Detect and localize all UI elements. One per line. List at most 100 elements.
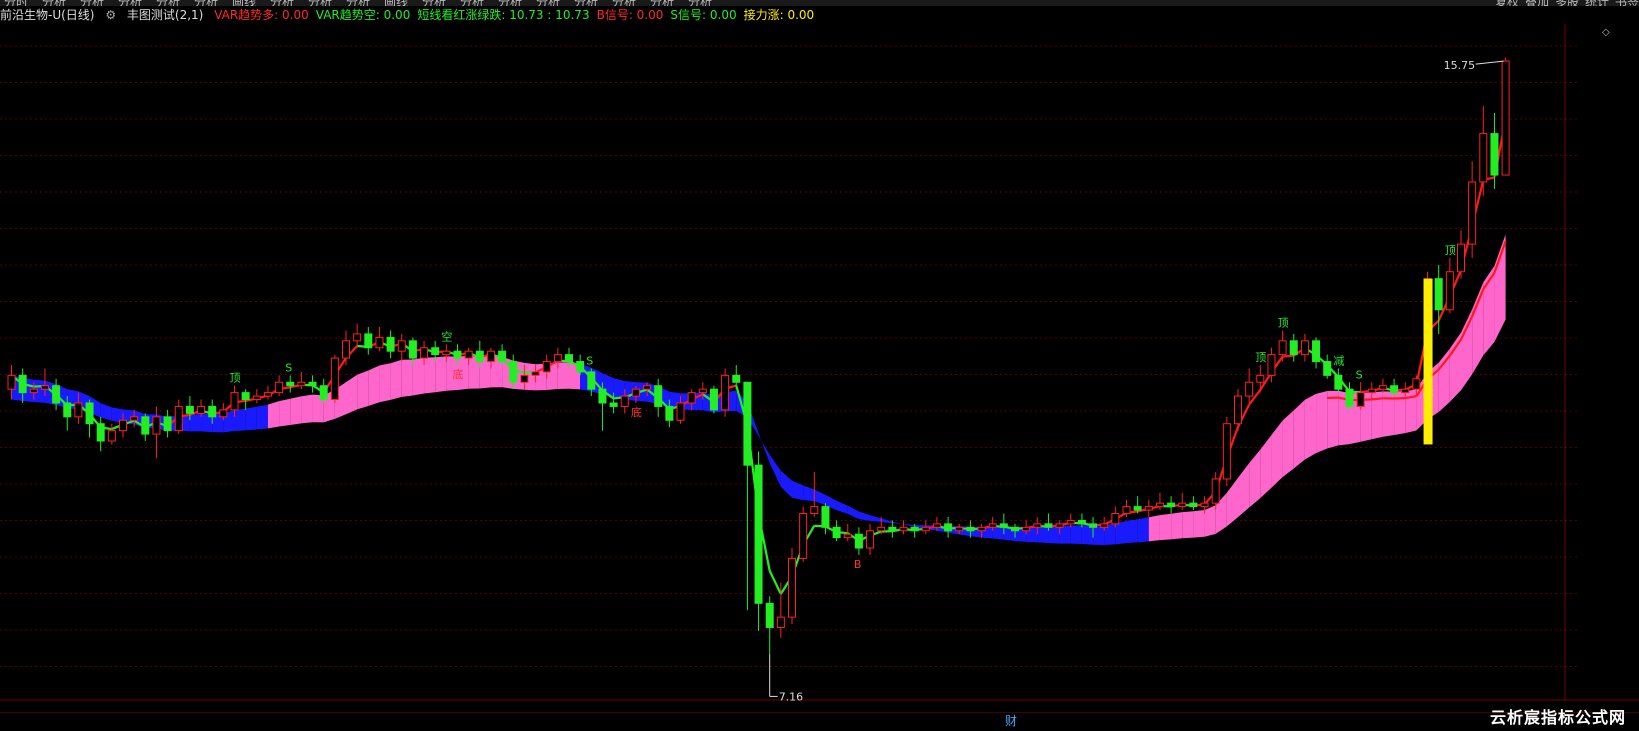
legend-item: S信号: 0.00 <box>670 6 736 24</box>
trend-band-down <box>803 486 814 502</box>
candle-body <box>242 393 249 400</box>
candle-body <box>521 375 528 382</box>
short-trend-line <box>770 571 781 594</box>
candle-body <box>1034 524 1041 527</box>
candle-body <box>287 382 294 385</box>
candle-body <box>220 410 227 417</box>
candle-body <box>376 337 383 347</box>
finance-marker[interactable]: 财 <box>1005 712 1017 729</box>
candle-body <box>1045 524 1052 527</box>
gear-icon[interactable]: ⚙ <box>105 6 116 24</box>
trend-band-down <box>759 433 770 463</box>
trend-band-down <box>1048 526 1059 543</box>
candle-body <box>588 372 595 389</box>
trend-band-up <box>379 363 390 402</box>
trend-band-down <box>1127 519 1138 543</box>
trend-band-down <box>837 501 848 514</box>
signal-label: 涨 <box>1423 384 1434 397</box>
trend-band-up <box>1305 394 1316 460</box>
signal-label: B <box>854 558 862 571</box>
candle-body <box>86 403 93 424</box>
candle-body <box>1000 524 1007 527</box>
candle-body <box>1101 524 1108 527</box>
candle-body <box>677 403 684 420</box>
trend-band-down <box>993 526 1004 539</box>
trend-band-up <box>402 360 413 397</box>
candle-body <box>186 406 193 413</box>
candle-body <box>231 393 238 410</box>
trend-band-up <box>435 356 446 392</box>
trend-band-up <box>1260 435 1271 498</box>
candle-body <box>1357 393 1364 407</box>
legend-item: 短线看红涨绿跌: 10.73 : 10.73 <box>417 6 589 24</box>
diamond-icon[interactable]: ◇ <box>1602 27 1610 38</box>
candle-body <box>209 406 216 416</box>
candle-body <box>1190 503 1197 506</box>
candle-body <box>41 386 48 389</box>
candle-body <box>800 514 807 559</box>
trend-band-down <box>190 414 201 432</box>
candle-body <box>978 527 985 530</box>
trend-band-up <box>1149 515 1160 541</box>
candle-body <box>264 393 271 396</box>
trend-band-up <box>346 375 357 414</box>
trend-band-down <box>246 407 257 431</box>
candle-body <box>1112 514 1119 524</box>
trend-band-up <box>1182 511 1193 538</box>
candle-body <box>1480 134 1487 182</box>
stock-name-label: 前沿生物-U(日线) <box>0 6 94 24</box>
candle-body <box>822 507 829 528</box>
candle-body <box>398 341 405 351</box>
candle-body <box>844 534 851 537</box>
trend-band-up <box>1171 512 1182 539</box>
signal-label: 顶 <box>1445 244 1456 257</box>
trend-band-down <box>101 403 112 421</box>
candle-body <box>699 389 706 392</box>
candle-body <box>309 382 316 385</box>
watermark-text: 云析宸指标公式网 <box>1490 704 1626 728</box>
signal-label: S <box>285 361 292 374</box>
candle-body <box>387 337 394 351</box>
trend-band-up <box>1227 478 1238 527</box>
trend-band-down <box>257 405 268 430</box>
kline-chart[interactable]: 顶S空底S底B顶顶减S顶涨15.757.16 <box>0 0 1639 730</box>
candle-body <box>1223 424 1230 479</box>
candle-body <box>1413 379 1420 389</box>
signal-label: 空 <box>441 329 452 343</box>
candle-body <box>1301 341 1308 355</box>
trend-band-down <box>1138 517 1149 542</box>
candle-body <box>566 355 573 362</box>
candle-body <box>1279 341 1286 355</box>
trend-band-down <box>870 515 881 522</box>
trend-band-up <box>413 358 424 396</box>
candle-body <box>1313 341 1320 362</box>
candle-body <box>833 527 840 537</box>
candle-body <box>1435 279 1442 310</box>
trend-band-up <box>1327 391 1338 449</box>
trend-band-down <box>859 512 870 521</box>
candle-body <box>989 524 996 527</box>
candle-body <box>1502 61 1509 175</box>
signal-label: 顶 <box>1255 351 1266 364</box>
signal-label: 顶 <box>230 372 241 385</box>
trend-band-down <box>1115 521 1126 544</box>
candle-body <box>1145 507 1152 510</box>
candle-body <box>320 386 327 400</box>
candle-body <box>733 375 740 382</box>
candle-body <box>610 403 617 406</box>
high-price-label: 15.75 <box>1444 59 1476 72</box>
candle-body <box>331 358 338 399</box>
trend-band-up <box>357 371 368 410</box>
candle-body <box>142 417 149 434</box>
candle-body <box>1290 341 1297 355</box>
candle-body <box>1023 527 1030 530</box>
candle-body <box>1391 386 1398 393</box>
trend-band-down <box>781 471 792 498</box>
candle-body <box>1268 355 1275 376</box>
trend-band-down <box>235 409 246 431</box>
candle-body <box>365 334 372 348</box>
trend-band-up <box>301 395 312 424</box>
trend-band-down <box>904 524 915 527</box>
candle-body <box>198 406 205 413</box>
candle-body <box>465 351 472 358</box>
